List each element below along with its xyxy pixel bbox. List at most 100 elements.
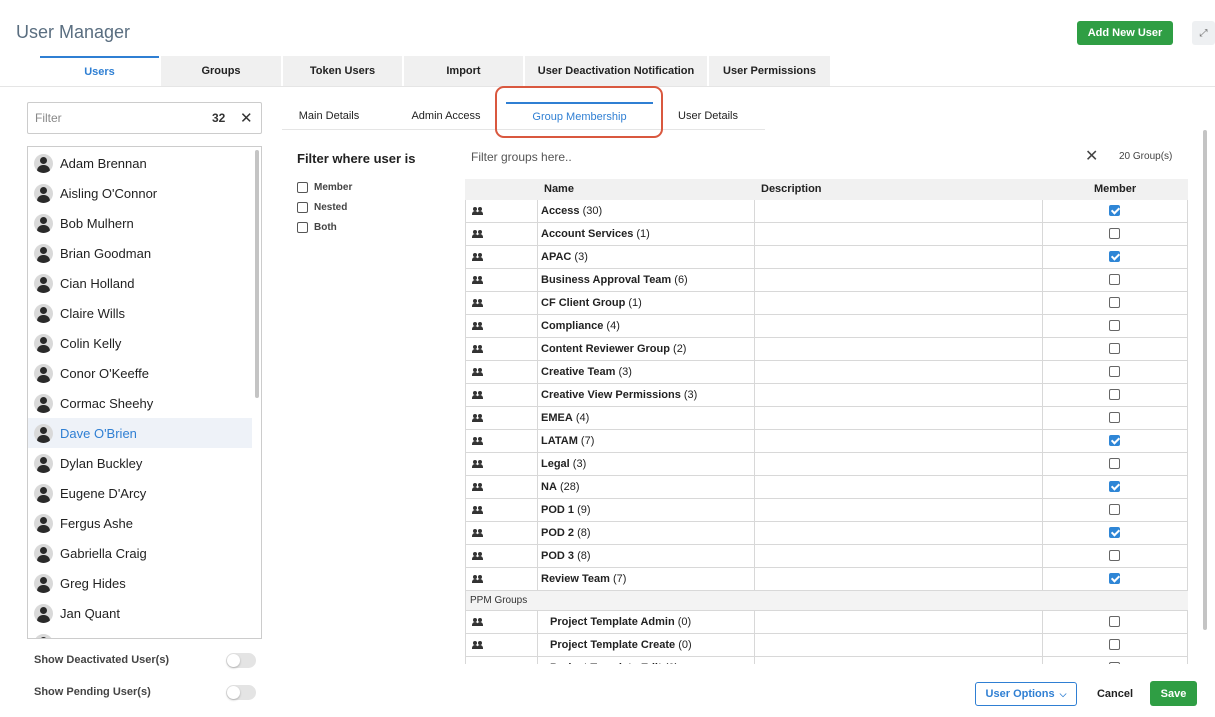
table-row[interactable]: Legal (3) [465, 453, 1188, 476]
cancel-button[interactable]: Cancel [1090, 682, 1140, 706]
header-description[interactable]: Description [761, 183, 822, 195]
table-row[interactable]: Business Approval Team (6) [465, 269, 1188, 292]
member-checkbox[interactable] [1109, 205, 1120, 216]
member-checkbox[interactable] [1109, 320, 1120, 331]
table-row[interactable]: Review Team (7) [465, 568, 1188, 591]
user-list-item[interactable]: Cian Holland [28, 268, 252, 298]
member-checkbox[interactable] [1109, 458, 1120, 469]
user-name: Brian Goodman [60, 245, 152, 261]
subtab-admin-access[interactable]: Admin Access [396, 102, 496, 130]
member-checkbox[interactable] [1109, 481, 1120, 492]
tab-groups[interactable]: Groups [161, 56, 281, 86]
user-options-button[interactable]: User Options ⌵ [975, 682, 1077, 706]
member-checkbox[interactable] [1109, 639, 1120, 650]
table-row[interactable]: Project Template Edit (0) [465, 657, 1188, 664]
user-list-item[interactable]: Eugene D'Arcy [28, 478, 252, 508]
group-member-count: (3) [574, 251, 588, 263]
member-checkbox[interactable] [1109, 527, 1120, 538]
table-row[interactable]: LATAM (7) [465, 430, 1188, 453]
user-list-item[interactable]: Colin Kelly [28, 328, 252, 358]
member-checkbox[interactable] [1109, 504, 1120, 515]
tab-user-permissions[interactable]: User Permissions [709, 56, 830, 86]
table-row[interactable]: Creative Team (3) [465, 361, 1188, 384]
avatar-icon [34, 543, 53, 563]
toggle-label: Show Deactivated User(s) [34, 654, 170, 666]
group-table-scrollbar[interactable] [1203, 130, 1207, 630]
group-name: Content Reviewer Group (2) [541, 343, 686, 355]
tab-users[interactable]: Users [40, 56, 159, 86]
user-list-item[interactable]: Bob Mulhern [28, 208, 252, 238]
tab-token-users[interactable]: Token Users [283, 56, 402, 86]
checkbox[interactable] [297, 221, 308, 233]
filter-option-member[interactable]: Member [297, 180, 352, 194]
save-button[interactable]: Save [1150, 681, 1197, 706]
user-list-item[interactable]: Dylan Buckley [28, 448, 252, 478]
group-description [755, 430, 1043, 453]
clear-group-filter-icon[interactable]: ✕ [1085, 146, 1098, 166]
table-row[interactable]: Access (30) [465, 200, 1188, 223]
user-list-item[interactable]: James Fenton [28, 628, 252, 639]
filter-option-both[interactable]: Both [297, 220, 337, 234]
user-list-item[interactable]: Gabriella Craig [28, 538, 252, 568]
member-checkbox[interactable] [1109, 662, 1120, 664]
tab-import[interactable]: Import [404, 56, 523, 86]
member-checkbox[interactable] [1109, 389, 1120, 400]
user-list-item[interactable]: Fergus Ashe [28, 508, 252, 538]
group-filter-input[interactable]: Filter groups here.. [471, 150, 572, 164]
filter-option-nested[interactable]: Nested [297, 200, 347, 214]
user-list-item[interactable]: Brian Goodman [28, 238, 252, 268]
user-list-scrollbar[interactable] [255, 150, 259, 398]
member-checkbox[interactable] [1109, 412, 1120, 423]
user-list-item[interactable]: Cormac Sheehy [28, 388, 252, 418]
user-list-item[interactable]: Conor O'Keeffe [28, 358, 252, 388]
user-list-item[interactable]: Jan Quant [28, 598, 252, 628]
user-list-item[interactable]: Dave O'Brien [28, 418, 252, 448]
user-list-item[interactable]: Adam Brennan [28, 148, 252, 178]
table-row[interactable]: Project Template Create (0) [465, 634, 1188, 657]
clear-filter-icon[interactable]: ✕ [240, 109, 253, 127]
user-name: James Fenton [60, 636, 142, 639]
table-row[interactable]: APAC (3) [465, 246, 1188, 269]
member-checkbox[interactable] [1109, 297, 1120, 308]
member-checkbox[interactable] [1109, 550, 1120, 561]
member-checkbox[interactable] [1109, 573, 1120, 584]
table-row[interactable]: Compliance (4) [465, 315, 1188, 338]
user-filter-input[interactable] [35, 111, 185, 125]
avatar-icon [34, 153, 53, 173]
table-row[interactable]: NA (28) [465, 476, 1188, 499]
group-description [755, 338, 1043, 361]
group-name: Account Services (1) [541, 228, 650, 240]
checkbox[interactable] [297, 181, 308, 193]
user-name: Dylan Buckley [60, 455, 143, 471]
subtab-user-details[interactable]: User Details [668, 102, 748, 130]
member-checkbox[interactable] [1109, 228, 1120, 239]
member-checkbox[interactable] [1109, 435, 1120, 446]
member-checkbox[interactable] [1109, 274, 1120, 285]
member-checkbox[interactable] [1109, 251, 1120, 262]
add-new-user-button[interactable]: Add New User [1077, 21, 1173, 45]
table-row[interactable]: POD 3 (8) [465, 545, 1188, 568]
member-checkbox[interactable] [1109, 343, 1120, 354]
subtab-main-details[interactable]: Main Details [282, 102, 376, 130]
toggle-switch[interactable] [226, 684, 256, 700]
checkbox[interactable] [297, 201, 308, 213]
table-row[interactable]: EMEA (4) [465, 407, 1188, 430]
user-list-item[interactable]: Aisling O'Connor [28, 178, 252, 208]
table-row[interactable]: Project Template Admin (0) [465, 611, 1188, 634]
member-checkbox[interactable] [1109, 366, 1120, 377]
user-list-item[interactable]: Greg Hides [28, 568, 252, 598]
tab-user-deactivation-notification[interactable]: User Deactivation Notification [525, 56, 707, 86]
table-row[interactable]: Creative View Permissions (3) [465, 384, 1188, 407]
table-row[interactable]: Content Reviewer Group (2) [465, 338, 1188, 361]
table-row[interactable]: POD 1 (9) [465, 499, 1188, 522]
table-row[interactable]: CF Client Group (1) [465, 292, 1188, 315]
avatar-icon [34, 273, 53, 293]
toggle-switch[interactable] [226, 652, 256, 668]
member-checkbox[interactable] [1109, 616, 1120, 627]
user-list-item[interactable]: Claire Wills [28, 298, 252, 328]
table-row[interactable]: POD 2 (8) [465, 522, 1188, 545]
table-row[interactable]: Account Services (1) [465, 223, 1188, 246]
expand-button[interactable]: ⤢ [1192, 21, 1215, 45]
header-member[interactable]: Member [1094, 183, 1136, 195]
header-name[interactable]: Name [544, 183, 574, 195]
